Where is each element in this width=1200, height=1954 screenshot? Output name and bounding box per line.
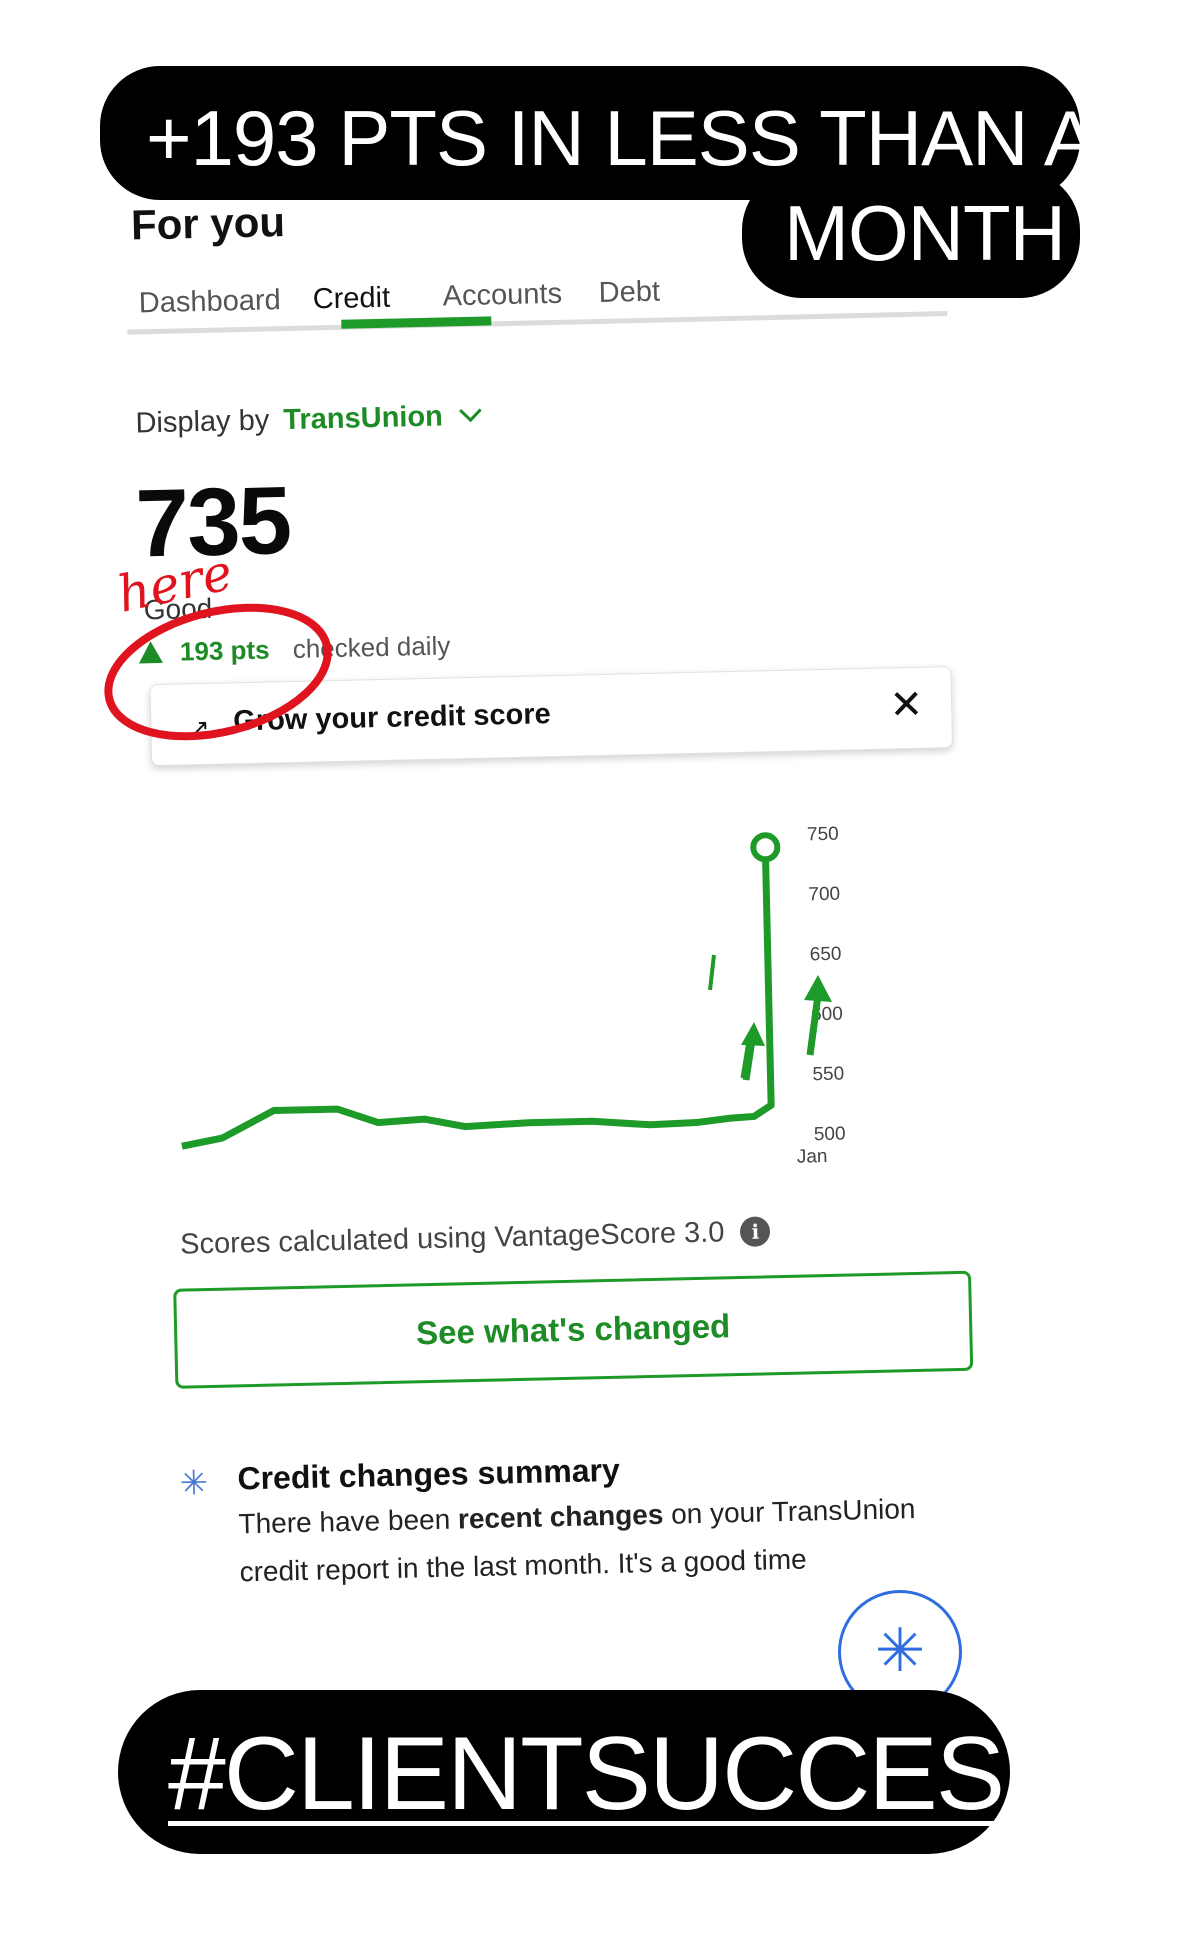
caption-top-line2: MONTH <box>784 189 1066 277</box>
credit-score-value: 735 <box>134 467 292 578</box>
assistant-icon: ✳ <box>874 1617 926 1684</box>
caption-top-line1: +193 PTS IN LESS THAN A <box>146 94 1096 182</box>
sparkle-icon: ✳ <box>179 1464 209 1503</box>
close-icon[interactable]: ✕ <box>889 682 924 729</box>
active-tab-indicator <box>341 316 492 329</box>
trend-icon: ↗ <box>189 714 210 743</box>
vantage-note-text: Scores calculated using VantageScore 3.0 <box>179 1216 725 1261</box>
score-history-chart: 750700650600550500AugSepOctNovDecJan <box>144 771 973 1180</box>
y-tick-label: 600 <box>811 1004 843 1026</box>
summary-text-start: There have been <box>238 1503 459 1540</box>
grow-score-card[interactable]: ↗ Grow your credit score ✕ <box>149 666 954 767</box>
y-tick-label: 750 <box>807 824 839 846</box>
page-title: For you <box>130 198 286 249</box>
current-score-point[interactable] <box>750 832 781 863</box>
x-tick-label: Nov <box>577 1173 612 1179</box>
score-rating: Good <box>143 592 213 626</box>
score-change: 193 pts <box>179 634 270 667</box>
tab-dashboard[interactable]: Dashboard <box>138 284 281 320</box>
x-tick-label: Sep <box>346 1178 380 1179</box>
display-by-selector[interactable]: Display by TransUnion <box>135 399 483 441</box>
story-frame: For you Dashboard Credit Accounts Debt D… <box>0 0 1200 1954</box>
x-tick-label: Oct <box>462 1176 493 1180</box>
score-chart-svg: 750700650600550500AugSepOctNovDecJan <box>181 824 846 1180</box>
app-screenshot: For you Dashboard Credit Accounts Debt D… <box>110 160 1005 1719</box>
y-tick-label: 500 <box>814 1124 846 1146</box>
info-icon[interactable]: i <box>740 1216 771 1247</box>
score-change-row: 193 pts checked daily <box>138 630 451 668</box>
summary-text: There have been recent changes on your T… <box>238 1484 960 1596</box>
y-tick-label: 650 <box>810 944 842 966</box>
up-triangle-icon <box>138 640 163 664</box>
tab-debt[interactable]: Debt <box>598 276 660 310</box>
display-by-label: Display by <box>135 404 270 440</box>
vantage-note: Scores calculated using VantageScore 3.0… <box>180 1215 771 1261</box>
see-whats-changed-button[interactable]: See what's changed <box>173 1270 974 1389</box>
chevron-down-icon <box>459 399 483 423</box>
y-tick-label: 700 <box>808 884 840 906</box>
summary-text-bold: recent changes <box>457 1498 664 1535</box>
tab-accounts[interactable]: Accounts <box>442 278 562 314</box>
grow-score-label: Grow your credit score <box>232 698 552 738</box>
x-tick-label: Jan <box>797 1146 828 1168</box>
y-tick-label: 550 <box>812 1064 844 1086</box>
tab-credit[interactable]: Credit <box>312 282 390 317</box>
score-series-line <box>181 847 775 1150</box>
provider-name: TransUnion <box>282 400 444 437</box>
caption-hashtag: #CLIENTSUCCESS <box>168 1716 1072 1832</box>
summary-title: Credit changes summary <box>237 1451 621 1497</box>
update-frequency: checked daily <box>292 630 451 664</box>
x-tick-label: Dec <box>693 1170 727 1179</box>
